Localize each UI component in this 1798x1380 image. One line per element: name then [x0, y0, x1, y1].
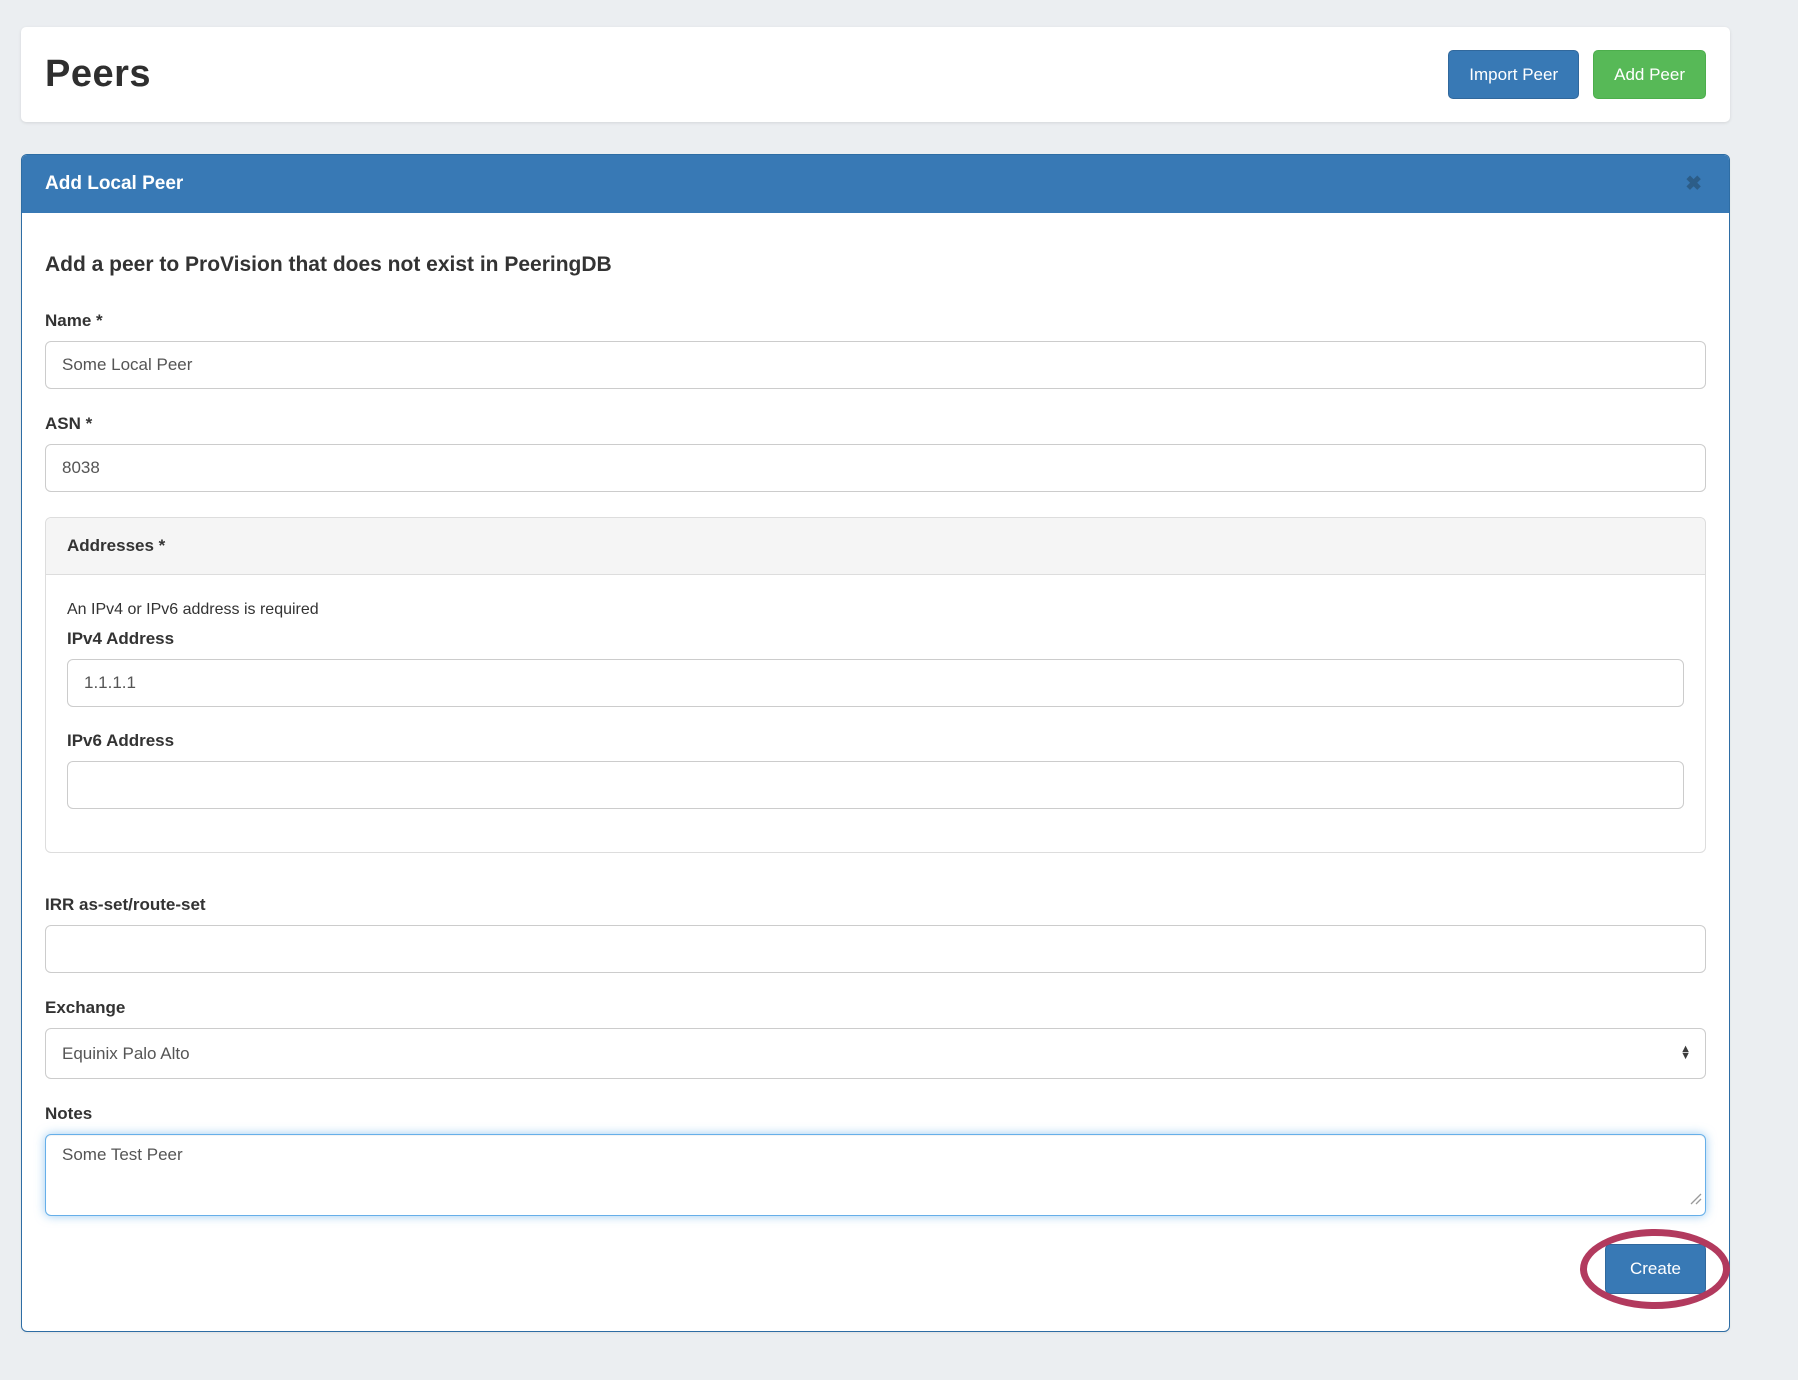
addresses-body: An IPv4 or IPv6 address is required IPv4…	[46, 575, 1705, 852]
irr-field-group: IRR as-set/route-set	[45, 895, 1706, 973]
panel-footer: Create	[45, 1244, 1706, 1308]
ipv4-label: IPv4 Address	[67, 629, 1684, 649]
panel-body: Add a peer to ProVision that does not ex…	[22, 213, 1729, 1331]
asn-label: ASN *	[45, 414, 1706, 434]
asn-field-group: ASN *	[45, 414, 1706, 492]
notes-textarea[interactable]: Some Test Peer	[45, 1134, 1706, 1216]
notes-label: Notes	[45, 1104, 1706, 1124]
notes-textarea-wrap: Some Test Peer	[45, 1134, 1706, 1216]
create-button[interactable]: Create	[1605, 1244, 1706, 1294]
name-input[interactable]	[45, 341, 1706, 389]
ipv4-field-group: IPv4 Address	[67, 629, 1684, 707]
exchange-label: Exchange	[45, 998, 1706, 1018]
exchange-field-group: Exchange Equinix Palo Alto ▲ ▼	[45, 998, 1706, 1079]
import-peer-button[interactable]: Import Peer	[1448, 50, 1579, 100]
ipv6-label: IPv6 Address	[67, 731, 1684, 751]
panel-title: Add Local Peer	[45, 173, 183, 195]
exchange-select[interactable]: Equinix Palo Alto ▲ ▼	[45, 1028, 1706, 1079]
create-button-wrap: Create	[1605, 1244, 1706, 1294]
ipv6-field-group: IPv6 Address	[67, 731, 1684, 809]
page-title: Peers	[45, 53, 151, 96]
form-heading: Add a peer to ProVision that does not ex…	[45, 253, 1706, 277]
addresses-help-text: An IPv4 or IPv6 address is required	[67, 601, 1684, 619]
panel-heading: Add Local Peer ✖	[22, 155, 1729, 213]
addresses-legend: Addresses *	[46, 518, 1705, 575]
addresses-fieldset: Addresses * An IPv4 or IPv6 address is r…	[45, 517, 1706, 853]
close-icon[interactable]: ✖	[1681, 172, 1706, 196]
asn-input[interactable]	[45, 444, 1706, 492]
name-field-group: Name *	[45, 311, 1706, 389]
header-actions: Import Peer Add Peer	[1448, 50, 1706, 100]
page-header: Peers Import Peer Add Peer	[21, 27, 1730, 122]
add-peer-button[interactable]: Add Peer	[1593, 50, 1706, 100]
add-local-peer-panel: Add Local Peer ✖ Add a peer to ProVision…	[21, 154, 1730, 1332]
name-label: Name *	[45, 311, 1706, 331]
irr-input[interactable]	[45, 925, 1706, 973]
notes-field-group: Notes Some Test Peer	[45, 1104, 1706, 1216]
ipv6-input[interactable]	[67, 761, 1684, 809]
exchange-selected-value: Equinix Palo Alto	[62, 1044, 190, 1064]
irr-label: IRR as-set/route-set	[45, 895, 1706, 915]
ipv4-input[interactable]	[67, 659, 1684, 707]
page-container: Peers Import Peer Add Peer Add Local Pee…	[21, 0, 1730, 1332]
select-stepper-icon: ▲ ▼	[1680, 1046, 1691, 1062]
